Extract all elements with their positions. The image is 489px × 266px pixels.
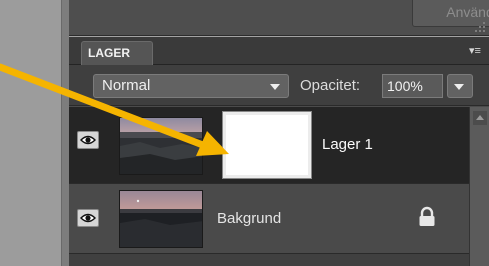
tab-layers[interactable]: LAGER [81,41,153,65]
layer-name[interactable]: Lager 1 [322,136,373,153]
resize-grip-icon[interactable] [475,22,485,32]
blend-options-row: Normal Opacitet: 100% [69,65,489,106]
layers-list: ⧉ Lager 1 Bakgrund [69,107,489,266]
opacity-dropdown-button[interactable] [447,74,473,98]
chevron-down-icon [454,84,464,90]
layer-thumbnail[interactable] [119,190,203,248]
layers-scrollbar[interactable] [469,107,489,266]
layers-panel: Normal Opacitet: 100% ⧉ Lager 1 Bakgrund [69,65,489,266]
layer-thumbnail[interactable] [119,117,203,175]
scroll-up-button[interactable] [473,111,487,125]
lock-icon [419,206,435,226]
layer-row-bakgrund[interactable]: Bakgrund [69,184,469,254]
layers-panel-header: LAGER ▾≡ [69,37,489,65]
layer-row-lager-1[interactable]: ⧉ Lager 1 [69,107,469,184]
mask-link-icon[interactable]: ⧉ [205,139,212,150]
layer-name[interactable]: Bakgrund [217,210,281,227]
eye-icon [80,135,96,145]
screenshot-stage: Använd LAGER ▾≡ Normal Opacitet: 100% ⧉ … [0,0,489,266]
left-workspace [0,0,61,266]
layers-footer [69,254,469,266]
layer-mask-thumbnail[interactable] [222,111,312,179]
visibility-toggle[interactable] [77,209,99,227]
blend-mode-value: Normal [102,77,151,94]
upper-panel: Använd [69,0,489,36]
panel-menu-icon[interactable]: ▾≡ [469,45,483,57]
chevron-down-icon [270,84,280,90]
eye-icon [80,213,96,223]
visibility-toggle[interactable] [77,131,99,149]
opacity-label: Opacitet: [300,77,361,94]
opacity-input[interactable]: 100% [382,74,443,98]
blend-mode-select[interactable]: Normal [93,74,289,98]
panel-divider[interactable] [61,0,69,266]
